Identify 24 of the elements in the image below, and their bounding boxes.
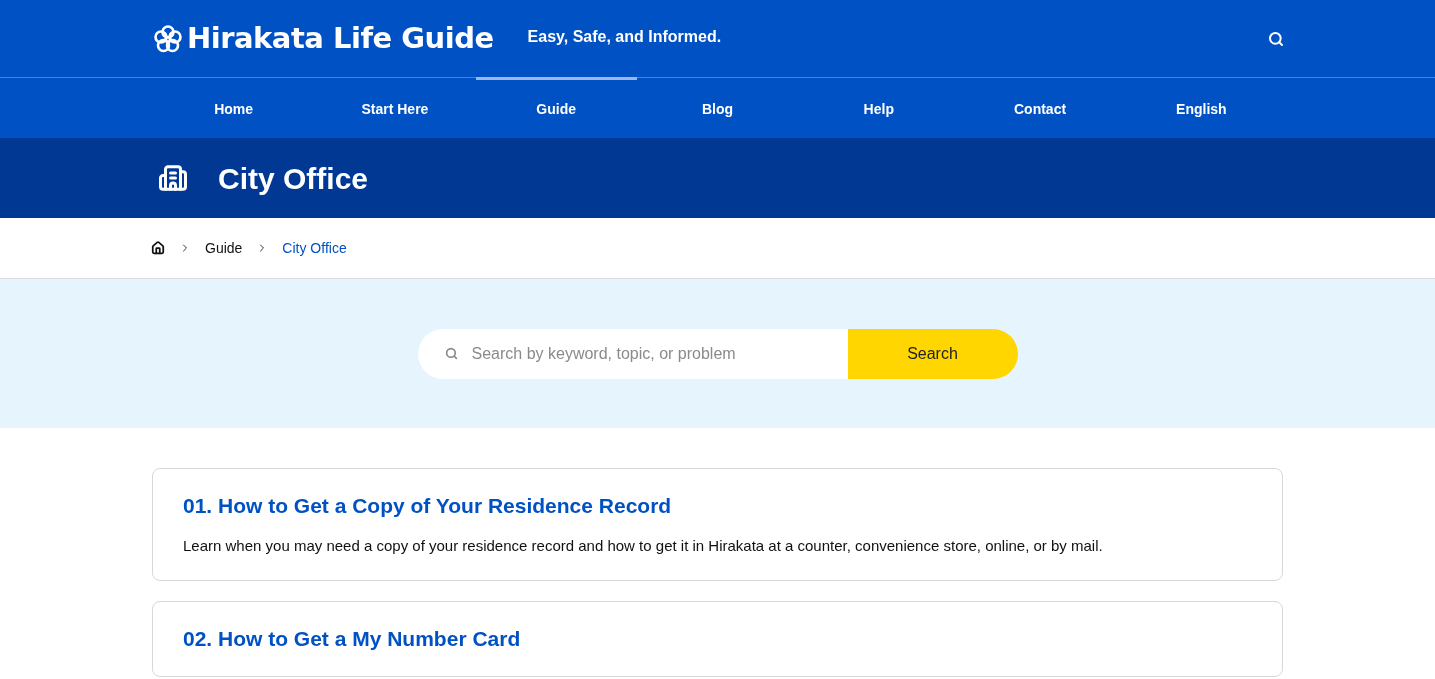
home-icon[interactable]: [151, 241, 165, 255]
article-title[interactable]: 01. How to Get a Copy of Your Residence Record: [183, 491, 1252, 521]
flower-logo-icon: [153, 23, 183, 54]
article-card[interactable]: 01. How to Get a Copy of Your Residence Record Learn when you may need a copy of your residence record and how to get it in Hirakata at a counter, convenience store, online, or by mail.: [152, 468, 1283, 581]
search-icon: [444, 347, 458, 360]
building-icon: [158, 163, 188, 193]
article-description: Learn when you may need a copy of your residence record and how to get it in Hirakata at a counter, convenience store, online, or by mail.: [183, 536, 1104, 556]
nav-tab[interactable]: Help: [798, 77, 960, 138]
site-tagline: Easy, Safe, and Informed.: [527, 26, 722, 47]
search-icon[interactable]: [1268, 30, 1284, 47]
breadcrumb-link[interactable]: City Office: [282, 237, 347, 259]
search-field[interactable]: Search by keyword, topic, or problem: [417, 328, 848, 379]
search-button[interactable]: Search: [847, 328, 1018, 379]
article-card[interactable]: 02. How to Get a My Number Card: [152, 600, 1283, 677]
nav-tab[interactable]: English: [1120, 77, 1282, 138]
nav-tab[interactable]: Home: [153, 77, 315, 138]
article-title[interactable]: 02. How to Get a My Number Card: [183, 623, 1252, 654]
nav-tab[interactable]: Start Here: [314, 77, 476, 138]
page-title: City Office: [218, 160, 369, 197]
search-input[interactable]: Search by keyword, topic, or problem: [471, 341, 848, 366]
site-logo[interactable]: Hirakata Life Guide: [187, 16, 494, 61]
breadcrumb-link[interactable]: Guide: [205, 237, 243, 259]
nav-tab[interactable]: Contact: [959, 77, 1121, 138]
nav-tab[interactable]: Blog: [636, 77, 799, 138]
